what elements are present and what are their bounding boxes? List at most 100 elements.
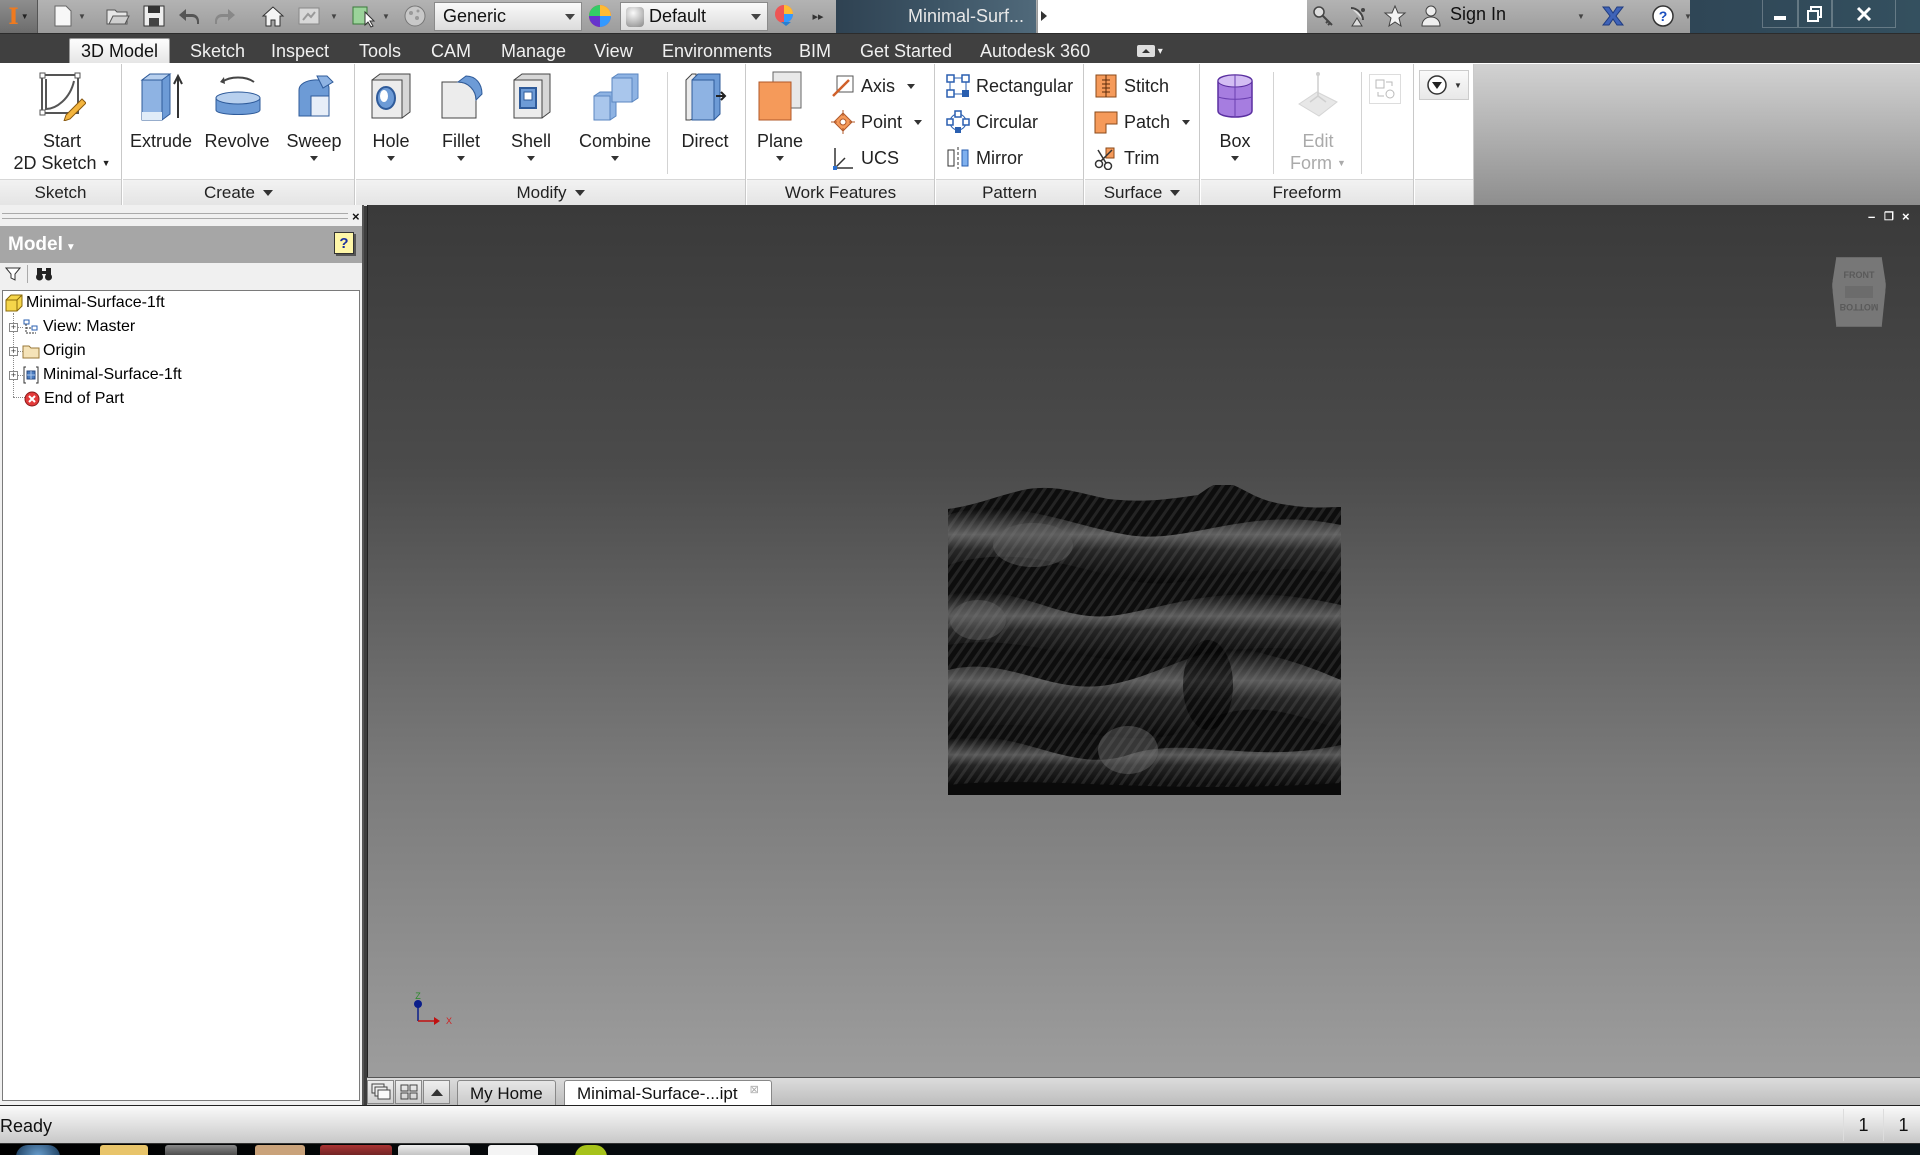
direct-edit-button[interactable]: Direct	[672, 70, 738, 152]
tree-item-surface-body[interactable]: + Minimal-Surface-1ft	[9, 363, 182, 387]
group-label-modify[interactable]: Modify	[356, 179, 745, 206]
overflow-icon[interactable]: ▸▸	[808, 4, 828, 28]
tab-inspect[interactable]: Inspect	[260, 38, 340, 64]
start-button[interactable]	[16, 1145, 60, 1155]
tab-tools[interactable]: Tools	[348, 38, 412, 64]
taskbar-chrome-icon[interactable]	[165, 1145, 237, 1155]
circular-pattern-button[interactable]: Circular	[946, 108, 1038, 136]
taskbar-app-icon[interactable]	[255, 1145, 305, 1155]
viewcube-bottom-face[interactable]: BOTTOM	[1833, 302, 1885, 312]
sign-in-button[interactable]: Sign In	[1450, 4, 1506, 25]
plane-button[interactable]: Plane	[749, 70, 811, 161]
undo-icon[interactable]	[176, 4, 202, 28]
taskbar-explorer-icon[interactable]	[100, 1145, 148, 1155]
stitch-button[interactable]: Stitch	[1094, 72, 1169, 100]
taskbar-inventor-icon[interactable]	[398, 1145, 470, 1155]
tree-item-origin[interactable]: + Origin	[9, 339, 86, 363]
expand-icon[interactable]: +	[9, 346, 18, 356]
restore-button[interactable]	[1798, 0, 1832, 28]
expand-icon[interactable]: +	[9, 370, 18, 380]
point-button[interactable]: Point	[831, 108, 923, 136]
convert-to-freeform-button[interactable]	[1369, 74, 1401, 104]
browser-title-dropdown[interactable]: Model ▼	[8, 234, 76, 256]
viewport-minimize-icon[interactable]: –	[1868, 209, 1875, 224]
expand-icon[interactable]: +	[9, 322, 18, 332]
tab-view[interactable]: View	[583, 38, 644, 64]
key-icon[interactable]	[1310, 4, 1336, 28]
viewcube-front-face[interactable]: FRONT	[1833, 270, 1885, 280]
viewcube-edge[interactable]	[1845, 286, 1873, 298]
clear-appearance-icon[interactable]	[772, 4, 798, 28]
viewport-restore-icon[interactable]: ❐	[1884, 210, 1894, 223]
update-dropdown-icon[interactable]: ▼	[330, 12, 338, 21]
home-icon[interactable]	[260, 4, 286, 28]
shell-button[interactable]: Shell	[498, 70, 564, 161]
save-icon[interactable]	[142, 4, 166, 28]
open-folder-icon[interactable]	[105, 4, 131, 28]
taskbar-app-icon[interactable]	[488, 1145, 538, 1155]
start-2d-sketch-button[interactable]: Start 2D Sketch ▼	[14, 70, 111, 174]
mirror-button[interactable]: Mirror	[946, 144, 1023, 172]
viewport-close-icon[interactable]: ×	[1902, 209, 1910, 224]
viewcube[interactable]: FRONT BOTTOM	[1832, 257, 1886, 327]
select-icon[interactable]	[350, 4, 378, 28]
tile-windows-icon[interactable]	[395, 1080, 422, 1104]
find-binoculars-icon[interactable]	[35, 266, 53, 287]
minimal-surface-model[interactable]	[948, 485, 1341, 795]
exchange-apps-icon[interactable]	[1600, 4, 1626, 28]
filter-icon[interactable]	[4, 266, 22, 287]
tab-sketch[interactable]: Sketch	[179, 38, 256, 64]
tab-3d-model[interactable]: 3D Model	[69, 38, 171, 64]
tab-autodesk-360[interactable]: Autodesk 360	[969, 38, 1101, 64]
cascade-windows-icon[interactable]	[367, 1080, 394, 1104]
combine-button[interactable]: Combine	[570, 70, 660, 161]
doc-tab-minimal-surface[interactable]: Minimal-Surface-...ipt ⊠	[564, 1080, 772, 1106]
fillet-button[interactable]: Fillet	[428, 70, 494, 161]
sweep-button[interactable]: Sweep	[277, 70, 351, 161]
help-icon[interactable]: ?	[1650, 4, 1676, 28]
update-icon[interactable]	[296, 4, 322, 28]
browser-drag-handle[interactable]	[2, 213, 348, 219]
new-file-icon[interactable]	[50, 4, 76, 28]
sign-in-dropdown-icon[interactable]: ▼	[1577, 12, 1585, 21]
tab-manage[interactable]: Manage	[490, 38, 577, 64]
browser-close-button[interactable]: ×	[352, 209, 360, 224]
close-button[interactable]	[1832, 0, 1896, 28]
taskbar-app-icon[interactable]	[320, 1145, 392, 1155]
select-dropdown-icon[interactable]: ▼	[382, 12, 390, 21]
graphics-viewport[interactable]: – ❐ × FRONT BOTTOM Z X	[367, 205, 1920, 1077]
tab-cam[interactable]: CAM	[420, 38, 482, 64]
edit-form-button[interactable]: Edit Form ▼	[1281, 70, 1355, 174]
minimize-button[interactable]	[1762, 0, 1798, 28]
application-menu-button[interactable]: I ▼	[0, 0, 38, 33]
redo-icon[interactable]	[212, 4, 238, 28]
tree-item-end-of-part[interactable]: End of Part	[23, 387, 124, 411]
material-icon[interactable]	[402, 4, 428, 28]
tree-item-part[interactable]: Minimal-Surface-1ft	[5, 291, 165, 315]
open-documents-up-icon[interactable]	[423, 1080, 450, 1104]
hole-button[interactable]: Hole	[358, 70, 424, 161]
browser-help-icon[interactable]: ?	[334, 232, 354, 254]
freeform-box-button[interactable]: Box	[1203, 70, 1267, 161]
group-label-surface[interactable]: Surface	[1085, 179, 1199, 206]
trim-button[interactable]: Trim	[1094, 144, 1159, 172]
tab-bim[interactable]: BIM	[788, 38, 842, 64]
rectangular-pattern-button[interactable]: Rectangular	[946, 72, 1073, 100]
communication-center-icon[interactable]	[1346, 4, 1372, 28]
appearance-combo[interactable]: Default	[620, 2, 768, 31]
panel-options-button[interactable]: ▼	[1419, 70, 1469, 100]
material-combo[interactable]: Generic	[434, 2, 582, 31]
close-tab-icon[interactable]: ⊠	[750, 1083, 759, 1096]
group-label-create[interactable]: Create	[123, 179, 354, 206]
extrude-button[interactable]: Extrude	[129, 70, 193, 152]
axis-button[interactable]: Axis	[831, 72, 916, 100]
ucs-button[interactable]: UCS	[831, 144, 899, 172]
search-input[interactable]	[1037, 0, 1307, 33]
revolve-button[interactable]: Revolve	[197, 70, 277, 152]
tab-get-started[interactable]: Get Started	[849, 38, 963, 64]
search-expand-icon[interactable]	[1041, 11, 1047, 21]
doc-tab-my-home[interactable]: My Home	[457, 1080, 556, 1106]
tab-environments[interactable]: Environments	[651, 38, 783, 64]
tree-item-view-master[interactable]: + View: Master	[9, 315, 135, 339]
taskbar-app-icon[interactable]	[575, 1145, 607, 1155]
